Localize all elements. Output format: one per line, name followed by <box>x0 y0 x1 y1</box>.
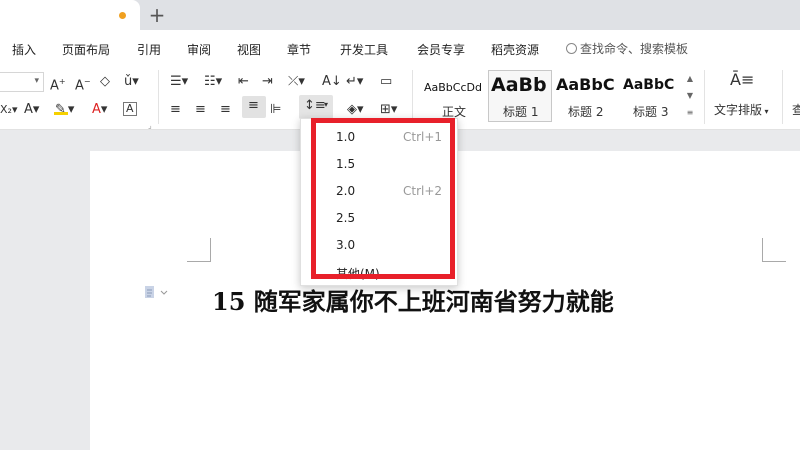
chevron-down-icon[interactable]: ▼ <box>684 87 696 104</box>
chevron-down-icon: ▾ <box>324 100 329 109</box>
divider <box>412 70 413 124</box>
menu-review[interactable]: 审阅 <box>187 41 211 58</box>
text-layout-icon[interactable]: Ā≡ <box>730 72 754 88</box>
align-justify-button[interactable]: ≡ <box>242 96 266 118</box>
chevron-down-icon: ▾ <box>34 76 39 86</box>
style-name: 标题 3 <box>633 105 669 119</box>
style-sample: AaBbC <box>623 77 675 93</box>
unsaved-indicator-icon <box>119 12 126 19</box>
align-right-icon[interactable]: ≡ <box>220 102 231 118</box>
grow-font-icon[interactable]: A+ <box>50 74 66 94</box>
menu-docer-resources[interactable]: 稻壳资源 <box>491 41 539 58</box>
annotation-highlight-box <box>311 118 455 279</box>
highlight-color-icon[interactable]: ✎ ▾ <box>53 102 74 118</box>
menu-insert[interactable]: 插入 <box>12 41 36 58</box>
paragraph-handle[interactable] <box>143 285 171 299</box>
align-left-icon[interactable]: ≡ <box>170 102 181 118</box>
styles-gallery: AaBbCcDd 正文 AaBb 标题 1 AaBbC 标题 2 AaBbC 标… <box>421 70 697 122</box>
chinese-layout-icon[interactable]: ⤫▾ <box>288 74 305 90</box>
style-name: 标题 1 <box>503 105 539 119</box>
ruler-icon[interactable]: ▭ <box>380 74 392 90</box>
line-spacing-button[interactable]: ↕≡ ▾ <box>299 95 333 119</box>
find-replace-button[interactable]: 查 <box>792 102 800 118</box>
gallery-scroll[interactable]: ▲ ▼ ≡ <box>684 70 696 122</box>
style-heading-3[interactable]: AaBbC 标题 3 <box>620 70 684 122</box>
document-tab[interactable] <box>0 0 140 30</box>
divider <box>704 70 705 124</box>
style-sample: AaBbCcDd <box>424 81 482 94</box>
style-sample: AaBb <box>491 74 547 96</box>
menu-references[interactable]: 引用 <box>137 41 161 58</box>
subscript-icon[interactable]: X₂▾ <box>0 102 17 118</box>
menu-section[interactable]: 章节 <box>287 41 311 58</box>
style-sample: AaBbC <box>556 75 615 94</box>
expand-gallery-icon[interactable]: ≡ <box>684 104 696 121</box>
char-border-icon[interactable]: A <box>123 102 137 116</box>
increase-indent-icon[interactable]: ⇥ <box>262 74 273 90</box>
margin-corner-mark <box>187 238 211 262</box>
clear-format-icon[interactable]: ◇ <box>100 74 110 90</box>
search-placeholder: 查找命令、搜索模板 <box>580 42 689 56</box>
new-tab-button[interactable]: + <box>148 3 166 27</box>
menu-view[interactable]: 视图 <box>237 41 261 58</box>
menu-developer-tools[interactable]: 开发工具 <box>340 41 388 58</box>
show-marks-icon[interactable]: ↵▾ <box>346 74 363 90</box>
search-icon <box>566 43 577 54</box>
borders-icon[interactable]: ⊞▾ <box>380 102 397 118</box>
line-spacing-icon: ↕≡ <box>304 98 326 113</box>
text-layout-label: 文字排版 <box>714 103 763 117</box>
shading-icon[interactable]: ◈▾ <box>347 102 364 118</box>
divider <box>158 70 159 124</box>
shrink-font-icon[interactable]: A− <box>75 74 91 94</box>
style-name: 标题 2 <box>568 105 604 119</box>
menu-member[interactable]: 会员专享 <box>417 41 465 58</box>
document-title-text[interactable]: 15 随军家属你不上班河南省努力就能 <box>212 282 614 317</box>
menu-page-layout[interactable]: 页面布局 <box>62 41 110 58</box>
text-effect-icon[interactable]: A▾ <box>24 102 39 118</box>
command-search[interactable]: 查找命令、搜索模板 <box>566 40 688 57</box>
font-size-select[interactable]: ▾ <box>0 72 44 92</box>
divider <box>782 70 783 124</box>
distributed-align-icon[interactable]: ⊫ <box>270 102 281 118</box>
phonetic-guide-icon[interactable]: ǔ▾ <box>124 74 139 90</box>
font-color-icon[interactable]: A▾ <box>92 102 107 118</box>
menu-bar: 插入 页面布局 引用 审阅 视图 章节 开发工具 会员专享 稻壳资源 查找命令、… <box>0 30 800 66</box>
align-justify-icon: ≡ <box>248 98 259 113</box>
chevron-up-icon[interactable]: ▲ <box>684 70 696 87</box>
document-icon <box>145 286 168 298</box>
align-center-icon[interactable]: ≡ <box>195 102 206 118</box>
margin-corner-mark <box>762 238 786 262</box>
numbered-list-icon[interactable]: ☷▾ <box>204 74 222 90</box>
style-normal[interactable]: AaBbCcDd 正文 <box>421 70 487 122</box>
text-layout-button[interactable]: 文字排版 ▾ <box>714 102 769 120</box>
style-heading-1[interactable]: AaBb 标题 1 <box>488 70 552 122</box>
decrease-indent-icon[interactable]: ⇤ <box>238 74 249 90</box>
bullet-list-icon[interactable]: ☰▾ <box>170 74 188 90</box>
style-heading-2[interactable]: AaBbC 标题 2 <box>553 70 619 122</box>
sort-icon[interactable]: A↓ <box>322 74 342 90</box>
tab-bar: + <box>0 0 800 30</box>
